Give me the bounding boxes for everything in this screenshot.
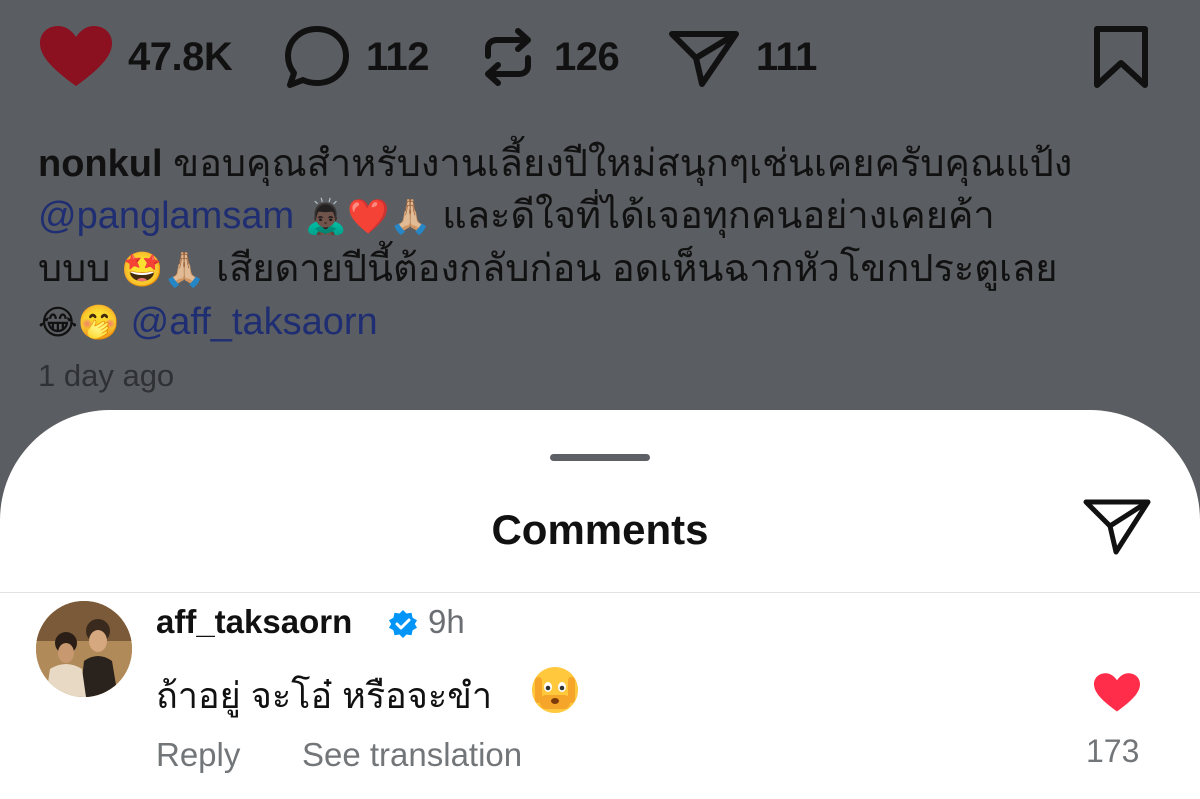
repost-icon <box>478 26 538 88</box>
caption-line: nonkul ขอบคุณสำหรับงานเลี้ยงปีใหม่สนุกๆเ… <box>38 138 1168 190</box>
sheet-drag-handle[interactable] <box>550 454 650 461</box>
bookmark-icon <box>1092 25 1150 89</box>
heart-icon <box>40 26 112 88</box>
reply-button[interactable]: Reply <box>156 736 240 774</box>
sheet-share-button[interactable] <box>1082 494 1152 561</box>
caption-username[interactable]: nonkul <box>38 143 163 185</box>
repost-button[interactable]: 126 <box>478 22 620 92</box>
save-button[interactable] <box>1092 22 1150 92</box>
caption-text: และดีใจที่ได้เจอทุกคนอย่างเคยค้า <box>442 195 995 237</box>
caption-emoji: 🙇🏿‍♂️❤️🙏🏼 <box>304 198 432 236</box>
caption-line: @panglamsam 🙇🏿‍♂️❤️🙏🏼 และดีใจที่ได้เจอทุ… <box>38 190 1168 243</box>
caption-emoji: 🤩🙏🏼 <box>120 251 206 289</box>
post-overlay[interactable]: 47.8K 112 126 111 nonkul ขอบคุณสำหรับงาน… <box>0 0 1200 420</box>
sheet-title: Comments <box>491 506 709 553</box>
paper-plane-icon <box>668 26 740 88</box>
share-count: 111 <box>756 34 817 79</box>
caption-emoji: 😂🤭 <box>38 304 121 342</box>
post-timestamp: 1 day ago <box>38 358 175 393</box>
mention-link[interactable]: @panglamsam <box>38 195 294 237</box>
speech-bubble-icon <box>284 25 350 89</box>
comment-username[interactable]: aff_taksaorn <box>156 603 352 641</box>
share-button[interactable]: 111 <box>668 22 817 92</box>
like-button[interactable]: 47.8K <box>40 22 233 92</box>
comment-like-button[interactable] <box>1094 673 1140 718</box>
avatar[interactable] <box>36 601 132 697</box>
caption-text: เสียดายปีนี้ต้องกลับก่อน อดเห็นฉากหัวโขก… <box>216 248 1058 290</box>
see-translation-button[interactable]: See translation <box>302 736 522 774</box>
comment-item: aff_taksaorn 9h ถ้าอยู่ จะโอ๋ หรือจะขำ R… <box>0 593 1200 799</box>
comment-button[interactable]: 112 <box>284 22 430 92</box>
comment-count: 112 <box>366 34 430 79</box>
comment-like-count: 173 <box>1086 733 1140 769</box>
heart-icon <box>1094 673 1140 717</box>
mention-link[interactable]: @aff_taksaorn <box>131 301 378 343</box>
caption-text: ขอบคุณสำหรับงานเลี้ยงปีใหม่สนุกๆเช่นเคยค… <box>173 143 1073 185</box>
verified-badge-icon <box>388 609 418 644</box>
caption-text: บบบ <box>38 248 111 290</box>
face-peeking-icon <box>530 665 580 720</box>
comment-text: ถ้าอยู่ จะโอ๋ หรือจะขำ <box>156 675 493 716</box>
paper-plane-icon <box>1082 499 1152 560</box>
post-caption: nonkul ขอบคุณสำหรับงานเลี้ยงปีใหม่สนุกๆเ… <box>38 138 1168 349</box>
caption-line: 😂🤭 @aff_taksaorn <box>38 296 1168 349</box>
like-count: 47.8K <box>128 34 233 79</box>
post-actions-bar: 47.8K 112 126 111 <box>40 22 1160 92</box>
caption-line: บบบ 🤩🙏🏼 เสียดายปีนี้ต้องกลับก่อน อดเห็นฉ… <box>38 243 1168 296</box>
repost-count: 126 <box>554 34 620 79</box>
comment-timestamp: 9h <box>428 603 465 640</box>
comments-sheet: Comments aff_taksaorn 9h ถ้าอยู่ จะโอ๋ ห… <box>0 410 1200 799</box>
